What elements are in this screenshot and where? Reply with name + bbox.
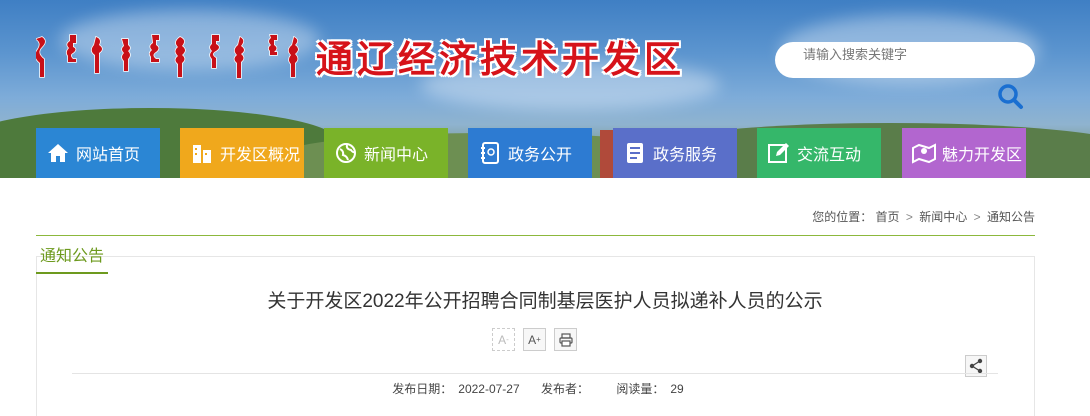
breadcrumb-notice[interactable]: 通知公告 (987, 210, 1035, 224)
font-smaller-label: A (498, 332, 507, 347)
document-icon (623, 141, 647, 165)
publisher-label: 发布者： (541, 382, 590, 396)
article-tools: A- A + (492, 328, 577, 351)
nav-label: 政务服务 (653, 147, 718, 164)
breadcrumb-separator: > (973, 210, 981, 224)
buildings-icon (190, 141, 214, 165)
date-label: 发布日期： (392, 382, 453, 396)
nav-label: 政务公开 (508, 147, 573, 164)
publish-date: 2022-07-27 (458, 382, 520, 396)
nav-label: 魅力开发区 (942, 147, 1023, 164)
mongolian-script-icon (36, 31, 306, 81)
breadcrumb: 您的位置： 首页 > 新闻中心 > 通知公告 (812, 208, 1035, 225)
breadcrumb-separator: > (905, 210, 913, 224)
print-icon (558, 332, 573, 347)
nav-label: 网站首页 (76, 147, 141, 164)
edit-icon (767, 141, 791, 165)
article-title: 关于开发区2022年公开招聘合同制基层医护人员拟递补人员的公示 (267, 291, 823, 312)
font-larger-button[interactable]: A + (523, 328, 546, 351)
nav-label: 开发区概况 (220, 147, 301, 164)
meta-divider (72, 373, 998, 374)
search-input[interactable] (803, 44, 1033, 64)
article-meta: 发布日期： 2022-07-27 发布者： 阅读量： 29 (0, 380, 1070, 397)
nav-item-services[interactable]: 政务服务 (613, 128, 737, 178)
view-count: 29 (670, 382, 684, 396)
nav-item-charm[interactable]: 魅力开发区 (902, 128, 1026, 178)
breadcrumb-prefix: 您的位置： (812, 210, 873, 224)
nav-item-news[interactable]: 新闻中心 (324, 128, 448, 178)
site-header: 通辽经济技术开发区 网站首页 开发区概况 新闻中心 (0, 0, 1090, 178)
nav-label: 新闻中心 (364, 147, 429, 164)
breadcrumb-home[interactable]: 首页 (876, 210, 900, 224)
views-label: 阅读量： (616, 382, 665, 396)
nav-label: 交流互动 (797, 147, 862, 164)
site-name: 通辽经济技术开发区 (316, 37, 685, 81)
site-logo[interactable]: 通辽经济技术开发区 (36, 30, 685, 82)
nav-item-public-affairs[interactable]: 政务公开 (468, 128, 592, 178)
home-icon (46, 141, 70, 165)
globe-icon (334, 141, 358, 165)
nav-item-home[interactable]: 网站首页 (36, 128, 160, 178)
mongolian-script-svg (36, 34, 299, 79)
font-smaller-button[interactable]: A- (492, 328, 515, 351)
map-pin-icon (912, 141, 936, 165)
divider-line (36, 235, 1035, 236)
notebook-icon (478, 141, 502, 165)
breadcrumb-news[interactable]: 新闻中心 (919, 210, 967, 224)
main-nav: 网站首页 开发区概况 新闻中心 政务公开 政务服务 交流互动 魅力开发区 (0, 128, 1090, 178)
print-button[interactable] (554, 328, 577, 351)
nav-item-overview[interactable]: 开发区概况 (180, 128, 304, 178)
nav-item-interaction[interactable]: 交流互动 (757, 128, 881, 178)
search-icon[interactable] (996, 82, 1024, 110)
font-larger-label: A (528, 332, 537, 347)
section-title: 通知公告 (36, 242, 109, 274)
search-box (775, 42, 1035, 78)
